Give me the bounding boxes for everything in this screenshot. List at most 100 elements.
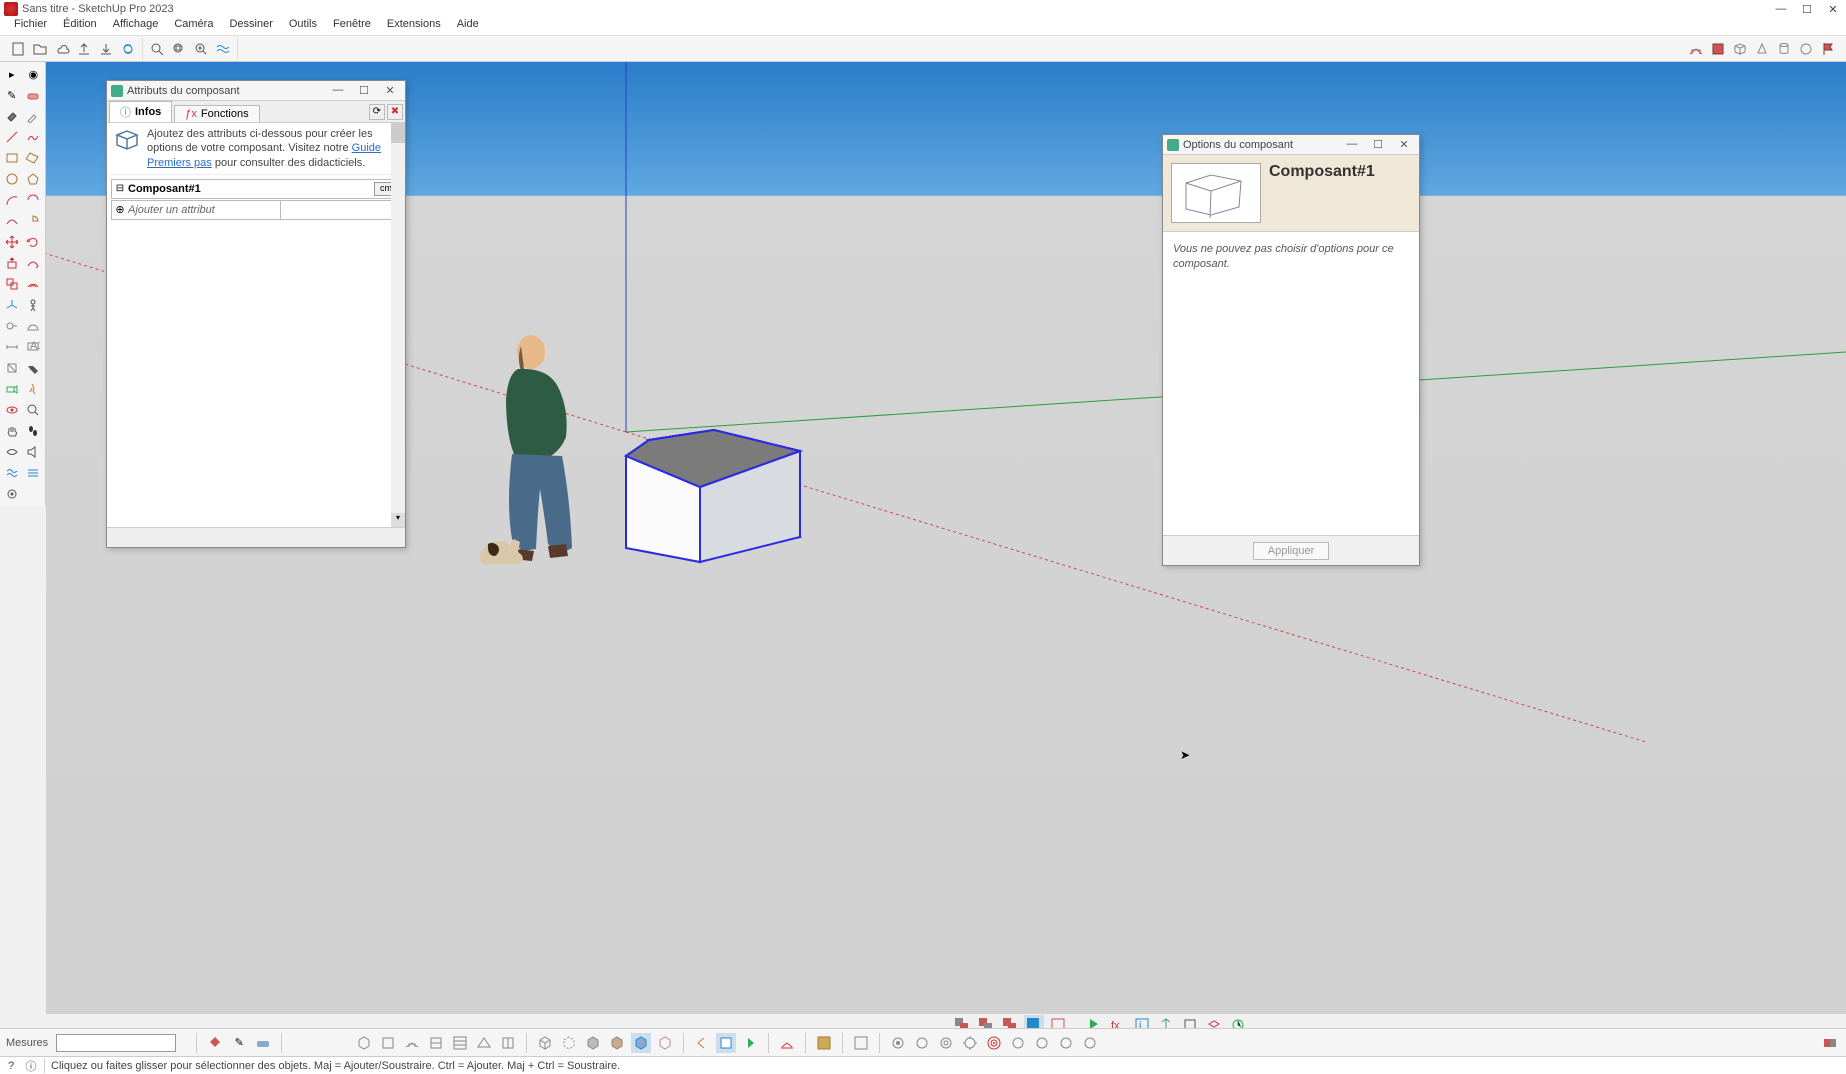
collapse-toggle[interactable]: ⊟ [112, 183, 128, 194]
right-button[interactable] [426, 1033, 446, 1053]
warehouse-button[interactable] [1686, 39, 1706, 59]
apply-button[interactable]: Appliquer [1253, 542, 1329, 560]
opt-maximize-button[interactable]: ☐ [1367, 138, 1389, 151]
sync-button[interactable] [118, 39, 138, 59]
menu-aide[interactable]: Aide [449, 18, 487, 35]
tray-button[interactable] [1820, 1033, 1840, 1053]
polygon-tool[interactable] [24, 169, 44, 189]
scene-button[interactable] [716, 1033, 736, 1053]
zoom-button[interactable] [191, 39, 211, 59]
attr-close-button[interactable]: ✕ [379, 84, 401, 97]
gear6-button[interactable] [1056, 1033, 1076, 1053]
gear3-button[interactable] [960, 1033, 980, 1053]
zoom-window-button[interactable] [169, 39, 189, 59]
tab-infos[interactable]: ⓘInfos [109, 101, 172, 122]
lookaround-tool[interactable] [2, 400, 22, 420]
tape-tool[interactable] [2, 316, 22, 336]
attr-maximize-button[interactable]: ☐ [353, 84, 375, 97]
attr-scrollbar[interactable]: ▾ [391, 123, 405, 527]
wire-button[interactable] [535, 1033, 555, 1053]
gear2-button[interactable] [912, 1033, 932, 1053]
component-options-window[interactable]: Options du composant — ☐ ✕ Composant#1 V… [1162, 134, 1420, 566]
walk-tool[interactable] [24, 379, 44, 399]
front-button[interactable] [402, 1033, 422, 1053]
delete-attr-button[interactable]: ✖ [387, 104, 403, 120]
menu-dessiner[interactable]: Dessiner [221, 18, 280, 35]
target2-button[interactable] [984, 1033, 1004, 1053]
cloud-button[interactable] [52, 39, 72, 59]
shaded-tex-button[interactable] [607, 1033, 627, 1053]
layout-button[interactable] [814, 1033, 834, 1053]
sandbox-2-tool[interactable] [24, 463, 44, 483]
section-tool[interactable] [2, 358, 22, 378]
line-tool[interactable] [2, 127, 22, 147]
protractor-tool[interactable] [24, 316, 44, 336]
move-tool[interactable] [2, 232, 22, 252]
component-cube[interactable] [626, 430, 800, 562]
iso-button[interactable] [354, 1033, 374, 1053]
orbit-tool[interactable]: ◉ [24, 64, 44, 84]
hidden-button[interactable] [559, 1033, 579, 1053]
arc-tool[interactable] [2, 190, 22, 210]
top-button[interactable] [378, 1033, 398, 1053]
download-button[interactable] [96, 39, 116, 59]
menu-fichier[interactable]: Fichier [6, 18, 55, 35]
prev-scene-button[interactable] [692, 1033, 712, 1053]
open-button[interactable] [30, 39, 50, 59]
settings-tool[interactable] [2, 484, 22, 504]
minimize-button[interactable]: — [1768, 3, 1794, 16]
eraser2-button[interactable] [253, 1033, 273, 1053]
eraser-tool[interactable] [24, 85, 44, 105]
offset-tool[interactable] [24, 274, 44, 294]
text-tool[interactable]: A1 [24, 337, 44, 357]
left-button[interactable] [474, 1033, 494, 1053]
footprints-tool[interactable] [24, 421, 44, 441]
help-icon[interactable]: ? [4, 1059, 18, 1073]
opt-minimize-button[interactable]: — [1341, 138, 1363, 151]
component-attributes-window[interactable]: Attributs du composant — ☐ ✕ ⓘInfos ƒxFo… [106, 80, 406, 548]
pencil2-button[interactable]: ✎ [229, 1033, 249, 1053]
zoom2-tool[interactable] [24, 400, 44, 420]
rectangle-tool[interactable] [2, 148, 22, 168]
close-button[interactable]: ✕ [1820, 3, 1846, 16]
back-button[interactable] [450, 1033, 470, 1053]
menu-fenetre[interactable]: Fenêtre [325, 18, 379, 35]
sample-tool[interactable] [24, 106, 44, 126]
component-header-row[interactable]: ⊟ Composant#1 cm [111, 179, 401, 199]
rotate-tool[interactable] [24, 232, 44, 252]
book-icon[interactable] [1708, 39, 1728, 59]
axes-tool[interactable] [2, 295, 22, 315]
maximize-button[interactable]: ☐ [1794, 3, 1820, 16]
opt-titlebar[interactable]: Options du composant — ☐ ✕ [1163, 135, 1419, 155]
freehand-tool[interactable] [24, 127, 44, 147]
sphere-icon[interactable] [1796, 39, 1816, 59]
mono-button[interactable] [631, 1033, 651, 1053]
position-camera-tool[interactable] [2, 379, 22, 399]
scale-tool[interactable] [2, 274, 22, 294]
pan-tool[interactable] [2, 421, 22, 441]
pie-tool[interactable] [24, 211, 44, 231]
target-button[interactable] [936, 1033, 956, 1053]
box-icon[interactable] [1730, 39, 1750, 59]
add-attribute-row[interactable]: ⊕ Ajouter un attribut [111, 200, 401, 220]
bottom-button[interactable] [498, 1033, 518, 1053]
cylinder-icon[interactable] [1774, 39, 1794, 59]
attr-minimize-button[interactable]: — [327, 84, 349, 97]
cloud-btn[interactable] [851, 1033, 871, 1053]
menu-affichage[interactable]: Affichage [105, 18, 167, 35]
dimension-tool[interactable] [2, 337, 22, 357]
sandbox-button[interactable] [213, 39, 233, 59]
pushpull-tool[interactable] [2, 253, 22, 273]
gear5-button[interactable] [1032, 1033, 1052, 1053]
pencil-tool[interactable]: ✎ [2, 85, 22, 105]
3pt-arc-tool[interactable] [2, 211, 22, 231]
viewport[interactable]: ➤ Attributs du composant — ☐ ✕ ⓘInfos ƒx… [46, 62, 1846, 1014]
xray-button[interactable] [655, 1033, 675, 1053]
tag-tool[interactable] [24, 358, 44, 378]
select-tool[interactable]: ▸ [2, 64, 22, 84]
gear-button[interactable] [888, 1033, 908, 1053]
refresh-button[interactable]: ⟳ [369, 104, 385, 120]
2pt-arc-tool[interactable] [24, 190, 44, 210]
cone-icon[interactable] [1752, 39, 1772, 59]
circle-tool[interactable] [2, 169, 22, 189]
